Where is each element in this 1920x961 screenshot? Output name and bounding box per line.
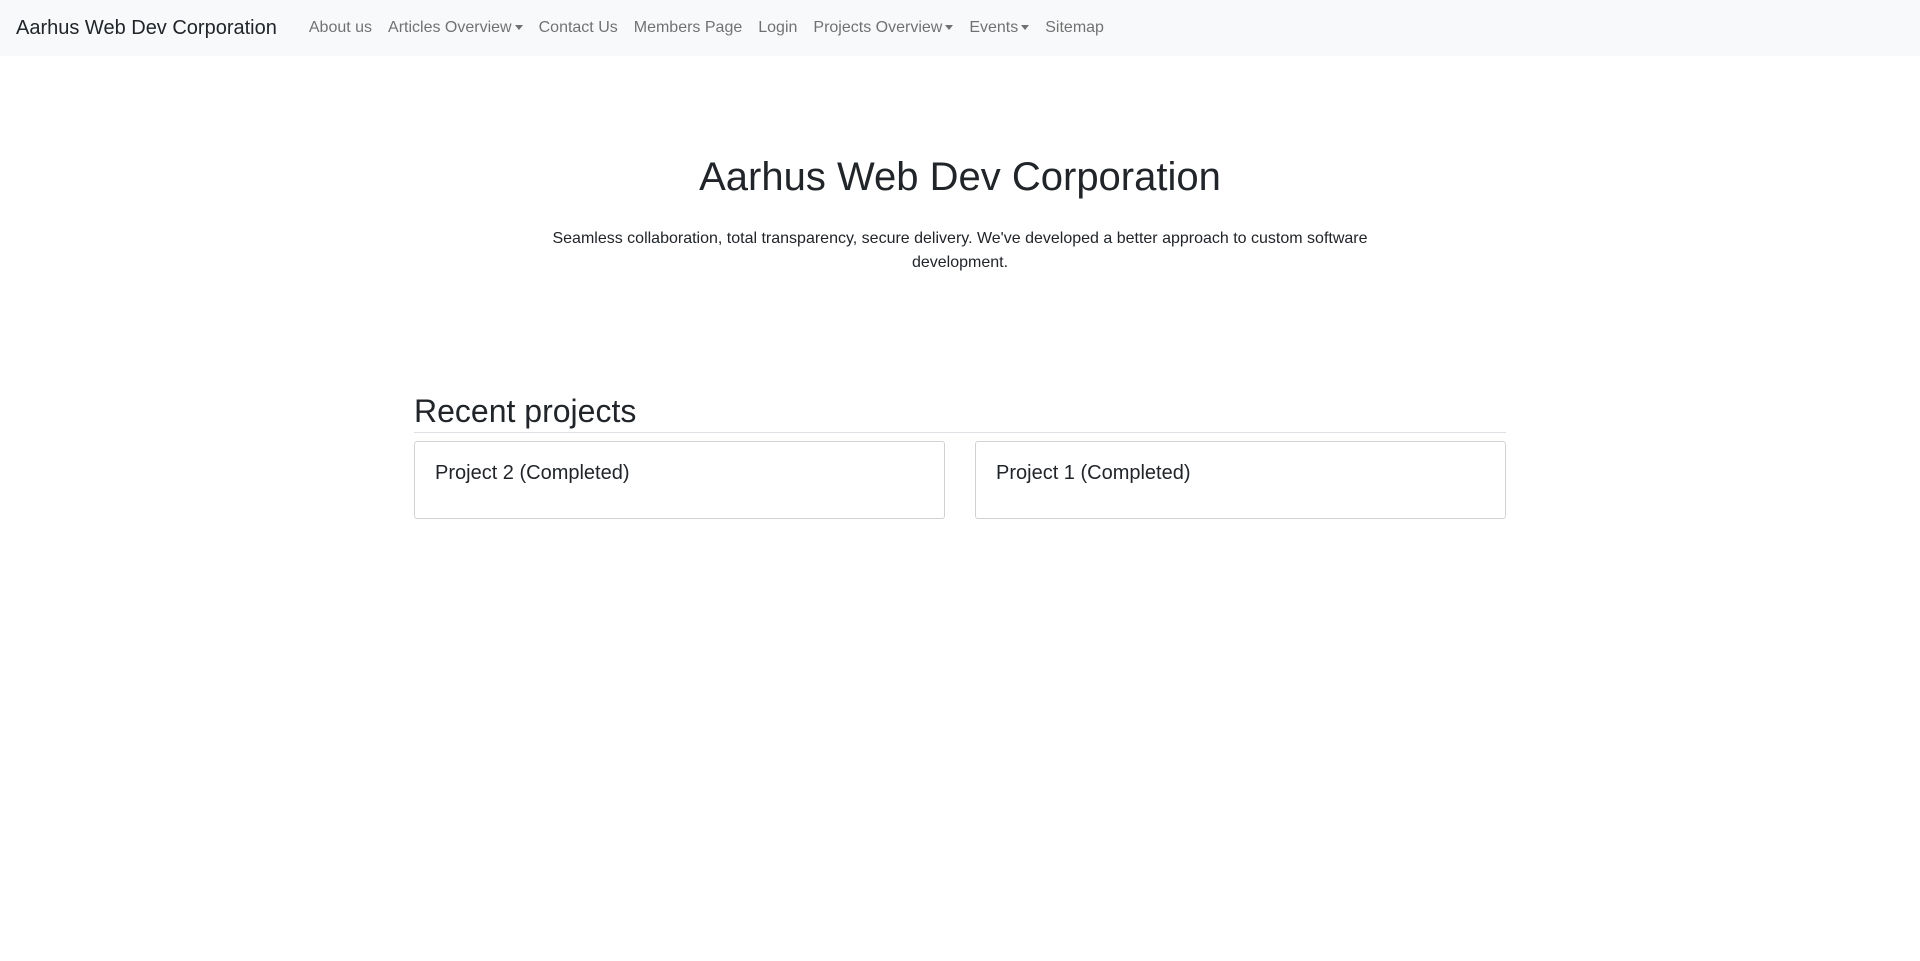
- nav-item-login: Login: [750, 11, 805, 45]
- nav-link-contact-us[interactable]: Contact Us: [531, 11, 626, 45]
- hero-lead-text: Seamless collaboration, total transparen…: [552, 230, 1368, 271]
- project-card-title: Project 1 (Completed): [996, 462, 1191, 485]
- nav-item-events: Events: [961, 11, 1037, 45]
- hero-section: Aarhus Web Dev Corporation Seamless coll…: [0, 56, 1920, 275]
- nav-link-members-page[interactable]: Members Page: [626, 11, 751, 45]
- project-cards: Project 2 (Completed) Project 1 (Complet…: [414, 441, 1506, 520]
- nav-item-articles: Articles Overview: [380, 11, 531, 45]
- recent-projects-section: Recent projects Project 2 (Completed) Pr…: [414, 392, 1506, 520]
- hero-title: Aarhus Web Dev Corporation: [699, 155, 1221, 199]
- project-card[interactable]: Project 1 (Completed): [975, 441, 1506, 520]
- nav-link-label: Projects Overview: [813, 19, 943, 36]
- navbar-brand[interactable]: Aarhus Web Dev Corporation: [16, 17, 277, 40]
- nav-link-articles-overview[interactable]: Articles Overview: [380, 11, 531, 45]
- nav-link-label: Contact Us: [538, 19, 618, 36]
- caret-down-icon: [1021, 24, 1030, 30]
- project-card-title: Project 2 (Completed): [435, 462, 630, 485]
- project-card[interactable]: Project 2 (Completed): [414, 441, 945, 520]
- top-navbar: Aarhus Web Dev Corporation About us Arti…: [0, 0, 1920, 56]
- recent-projects-heading: Recent projects: [414, 392, 1506, 434]
- nav-link-label: About us: [308, 19, 373, 36]
- nav-link-label: Login: [758, 19, 798, 36]
- caret-down-icon: [945, 24, 954, 30]
- nav-item-projects: Projects Overview: [805, 11, 961, 45]
- nav-link-label: Sitemap: [1045, 19, 1104, 36]
- nav-link-sitemap[interactable]: Sitemap: [1037, 11, 1112, 45]
- nav-item-members: Members Page: [626, 11, 751, 45]
- nav-link-label: Members Page: [633, 19, 743, 36]
- nav-link-login[interactable]: Login: [750, 11, 805, 45]
- nav-link-events[interactable]: Events: [961, 11, 1037, 45]
- nav-link-projects-overview[interactable]: Projects Overview: [805, 11, 961, 45]
- caret-down-icon: [514, 24, 523, 30]
- nav-menu: About us Articles Overview Contact Us Me…: [301, 11, 1112, 45]
- nav-link-label: Articles Overview: [388, 19, 512, 36]
- nav-item-about: About us: [301, 11, 380, 45]
- nav-link-about-us[interactable]: About us: [301, 11, 380, 45]
- nav-link-label: Events: [969, 19, 1019, 36]
- nav-item-contact: Contact Us: [531, 11, 626, 45]
- nav-item-sitemap: Sitemap: [1037, 11, 1112, 45]
